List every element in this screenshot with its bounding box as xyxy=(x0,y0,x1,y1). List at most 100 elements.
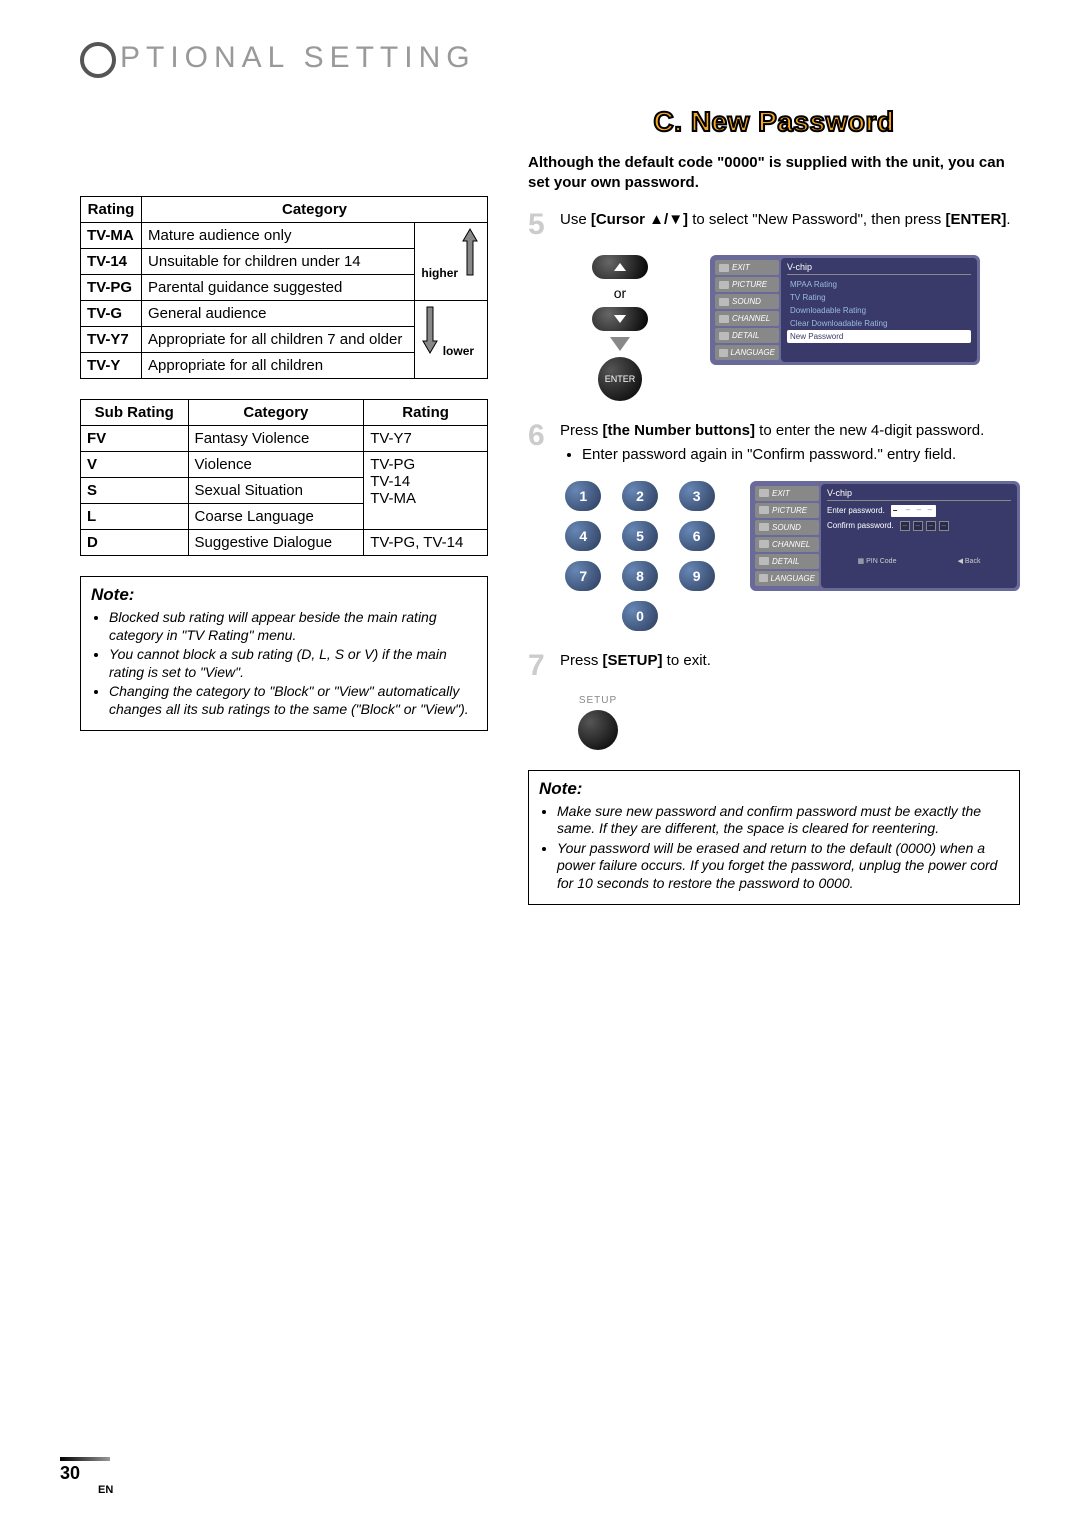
sub-cell: FV xyxy=(81,426,189,452)
sub-rating-col-header: Rating xyxy=(364,400,488,426)
note-item: Your password will be erased and return … xyxy=(557,840,1009,893)
category-cell: Unsuitable for children under 14 xyxy=(142,249,415,275)
confirm-password-label: Confirm password. xyxy=(827,521,894,530)
enter-button[interactable]: ENTER xyxy=(598,357,642,401)
osd-item: MPAA Rating xyxy=(787,278,971,291)
osd-side-detail: DETAIL xyxy=(715,328,779,343)
osd-password-entry: EXIT PICTURE SOUND CHANNEL DETAIL LANGUA… xyxy=(750,481,1020,591)
channel-icon xyxy=(759,540,769,548)
page-number-bar-icon xyxy=(60,1457,110,1461)
rating-header: Rating xyxy=(81,197,142,223)
num-9-button[interactable]: 9 xyxy=(679,561,715,591)
language-icon xyxy=(759,574,768,582)
rating-table: Rating Category TV-MA Mature audience on… xyxy=(80,196,488,379)
language-label: EN xyxy=(98,1484,113,1496)
rating-cell: TV-Y7 xyxy=(81,327,142,353)
note-item: You cannot block a sub rating (D, L, S o… xyxy=(109,646,477,681)
sub-rating-table: Sub Rating Category Rating FV Fantasy Vi… xyxy=(80,399,488,556)
sub-cell: L xyxy=(81,504,189,530)
num-4-button[interactable]: 4 xyxy=(565,521,601,551)
sound-icon xyxy=(759,523,769,531)
osd-side-picture: PICTURE xyxy=(715,277,779,292)
detail-icon xyxy=(759,557,769,565)
cursor-up-button[interactable] xyxy=(592,255,648,279)
page-title-text: PTIONAL SETTING xyxy=(120,41,476,75)
exit-icon xyxy=(759,489,769,497)
sub-cell: Suggestive Dialogue xyxy=(188,530,364,556)
num-7-button[interactable]: 7 xyxy=(565,561,601,591)
sub-cell: TV-PG, TV-14 xyxy=(364,530,488,556)
or-label: or xyxy=(560,285,680,301)
num-2-button[interactable]: 2 xyxy=(622,481,658,511)
higher-arrow-cell: higher xyxy=(415,223,488,301)
step-number: 6 xyxy=(528,421,560,466)
osd-side-sound: SOUND xyxy=(755,520,819,535)
num-6-button[interactable]: 6 xyxy=(679,521,715,551)
step-body: Use [Cursor ▲/▼] to select "New Password… xyxy=(560,210,1020,240)
sub-category-header: Category xyxy=(188,400,364,426)
category-cell: Appropriate for all children xyxy=(142,353,415,379)
sub-cell: TV-Y7 xyxy=(364,426,488,452)
osd-title: V-chip xyxy=(827,488,1011,501)
osd-item-selected: New Password xyxy=(787,330,971,343)
step-6: 6 Press [the Number buttons] to enter th… xyxy=(528,421,1020,466)
step-body: Press [the Number buttons] to enter the … xyxy=(560,421,1020,466)
exit-icon xyxy=(719,264,729,272)
osd-item: TV Rating xyxy=(787,291,971,304)
remote-setup-block: SETUP xyxy=(568,695,628,750)
osd-side-sound: SOUND xyxy=(715,294,779,309)
step-7: 7 Press [SETUP] to exit. xyxy=(528,651,1020,681)
num-5-button[interactable]: 5 xyxy=(622,521,658,551)
step-number: 7 xyxy=(528,651,560,681)
num-8-button[interactable]: 8 xyxy=(622,561,658,591)
detail-icon xyxy=(719,332,729,340)
channel-icon xyxy=(719,315,729,323)
sound-icon xyxy=(719,298,729,306)
osd-side-language: LANGUAGE xyxy=(715,345,779,360)
category-header: Category xyxy=(142,197,488,223)
sub-cell: Sexual Situation xyxy=(188,478,364,504)
num-0-button[interactable]: 0 xyxy=(622,601,658,631)
sub-cell: Coarse Language xyxy=(188,504,364,530)
picture-icon xyxy=(759,506,769,514)
sub-cell: S xyxy=(81,478,189,504)
section-header-text: C. New Password xyxy=(654,106,895,137)
osd-footer-back: ◀ Back xyxy=(958,557,981,565)
page-number-text: 30 xyxy=(60,1463,80,1483)
confirm-password-row: Confirm password. xyxy=(827,521,1011,531)
rating-cell: TV-MA xyxy=(81,223,142,249)
num-1-button[interactable]: 1 xyxy=(565,481,601,511)
category-cell: Appropriate for all children 7 and older xyxy=(142,327,415,353)
category-cell: Parental guidance suggested xyxy=(142,275,415,301)
category-cell: Mature audience only xyxy=(142,223,415,249)
osd-item: Clear Downloadable Rating xyxy=(787,317,971,330)
enter-password-row: Enter password. xyxy=(827,505,1011,517)
num-3-button[interactable]: 3 xyxy=(679,481,715,511)
setup-button[interactable] xyxy=(578,710,618,750)
lower-label: lower xyxy=(443,344,474,358)
osd-vchip-menu: EXIT PICTURE SOUND CHANNEL DETAIL LANGUA… xyxy=(710,255,980,365)
rating-cell: TV-G xyxy=(81,301,142,327)
title-letter-o-icon xyxy=(80,42,116,78)
remote-numpad: 1 2 3 4 5 6 7 8 9 0 xyxy=(560,481,720,631)
enter-password-label: Enter password. xyxy=(827,506,885,515)
setup-label: SETUP xyxy=(568,695,628,706)
note-box-left: Note: Blocked sub rating will appear bes… xyxy=(80,576,488,731)
step-bullet: Enter password again in "Confirm passwor… xyxy=(582,445,1020,465)
sub-cell-merged: TV-PG TV-14 TV-MA xyxy=(364,452,488,530)
section-header: C. New Password xyxy=(528,106,1020,138)
osd-side-picture: PICTURE xyxy=(755,503,819,518)
osd-side-language: LANGUAGE xyxy=(755,571,819,586)
remote-cursor-block: or ENTER xyxy=(560,255,680,401)
language-icon xyxy=(719,349,728,357)
osd-item: Downloadable Rating xyxy=(787,304,971,317)
osd-side-channel: CHANNEL xyxy=(715,311,779,326)
note-box-right: Note: Make sure new password and confirm… xyxy=(528,770,1020,906)
note-item: Changing the category to "Block" or "Vie… xyxy=(109,683,477,718)
category-cell: General audience xyxy=(142,301,415,327)
sub-cell: Violence xyxy=(188,452,364,478)
step-number: 5 xyxy=(528,210,560,240)
osd-title: V-chip xyxy=(787,262,971,275)
cursor-down-button[interactable] xyxy=(592,307,648,331)
rating-cell: TV-PG xyxy=(81,275,142,301)
